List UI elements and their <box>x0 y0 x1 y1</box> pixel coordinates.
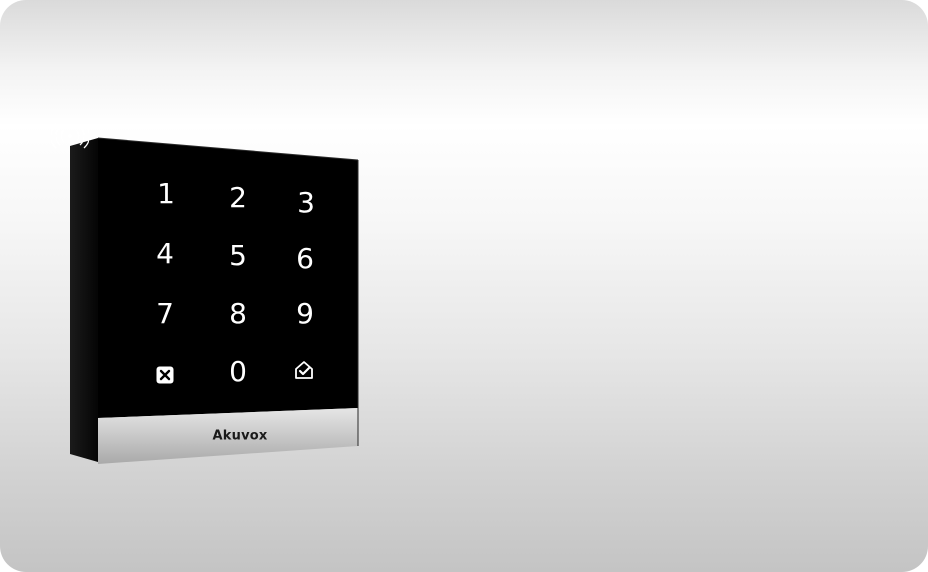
device-front-panel <box>98 138 358 418</box>
access-control-keypad-device: 1 2 3 4 5 6 7 8 9 0 Akuvox <box>51 123 360 468</box>
device-body <box>70 137 359 464</box>
close-box-icon[interactable] <box>156 366 174 384</box>
key-7[interactable]: 7 <box>156 300 174 328</box>
key-8[interactable]: 8 <box>229 300 247 328</box>
brand-logo: Akuvox <box>212 428 268 444</box>
check-home-icon[interactable] <box>294 360 314 380</box>
key-9[interactable]: 9 <box>296 300 314 328</box>
rfid-wave-icon <box>51 123 89 149</box>
key-5[interactable]: 5 <box>229 242 247 270</box>
device-side <box>70 138 98 462</box>
key-4[interactable]: 4 <box>156 240 174 268</box>
key-3[interactable]: 3 <box>297 189 315 217</box>
key-0[interactable]: 0 <box>229 358 247 386</box>
background-frame: 1 2 3 4 5 6 7 8 9 0 Akuvox <box>0 0 928 572</box>
key-1[interactable]: 1 <box>157 180 175 208</box>
key-2[interactable]: 2 <box>229 184 247 212</box>
key-6[interactable]: 6 <box>296 245 314 273</box>
